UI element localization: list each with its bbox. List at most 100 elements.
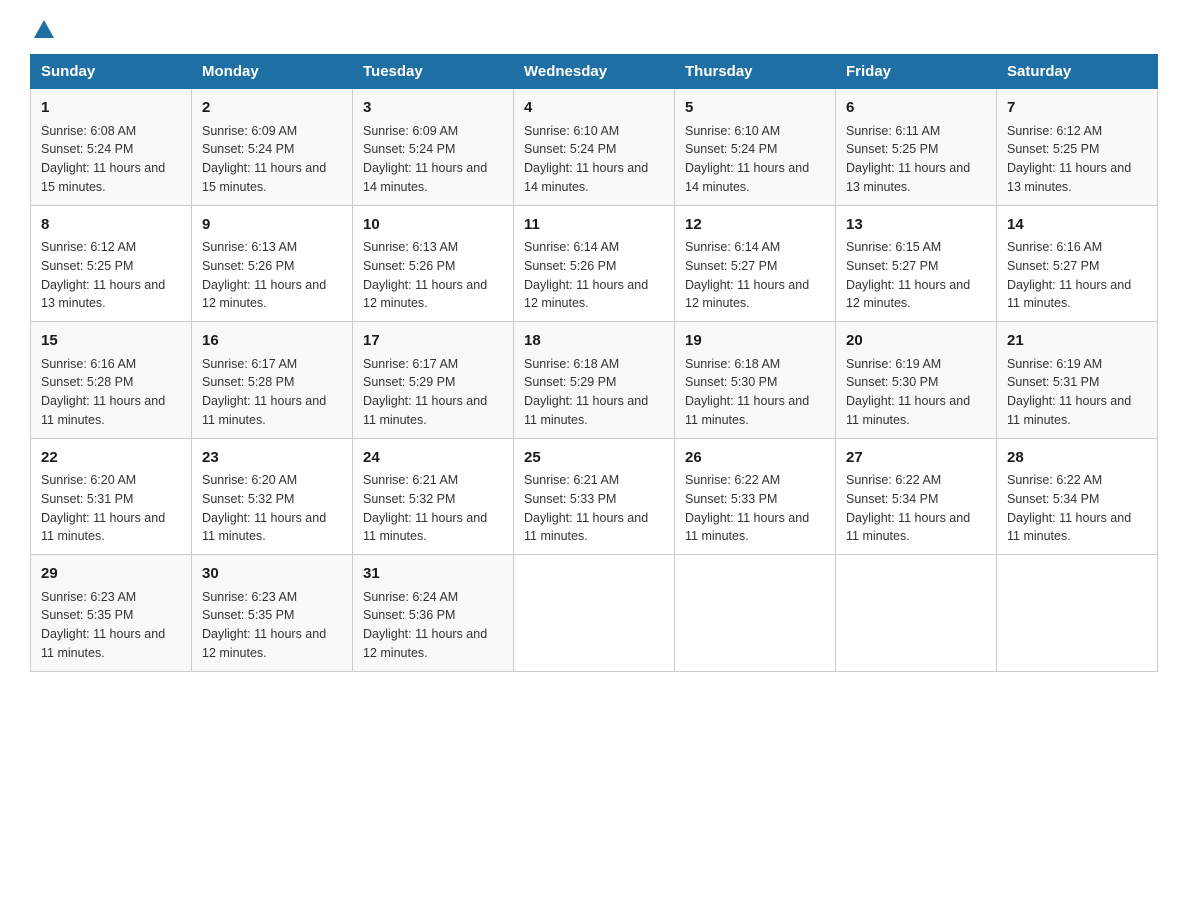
calendar-week-row: 8 Sunrise: 6:12 AMSunset: 5:25 PMDaylight… <box>31 205 1158 322</box>
day-info: Sunrise: 6:19 AMSunset: 5:30 PMDaylight:… <box>846 357 970 427</box>
calendar-cell: 6 Sunrise: 6:11 AMSunset: 5:25 PMDaylight… <box>836 89 997 206</box>
calendar-cell: 5Sunrise: 6:10 AMSunset: 5:24 PMDaylight… <box>675 89 836 206</box>
column-header-sunday: Sunday <box>31 55 192 89</box>
day-number: 26 <box>685 447 825 470</box>
day-info: Sunrise: 6:23 AMSunset: 5:35 PMDaylight:… <box>41 590 165 660</box>
calendar-cell: 14Sunrise: 6:16 AMSunset: 5:27 PMDayligh… <box>997 205 1158 322</box>
day-number: 27 <box>846 447 986 470</box>
calendar-cell: 11 Sunrise: 6:14 AMSunset: 5:26 PMDayligh… <box>514 205 675 322</box>
calendar-cell: 21 Sunrise: 6:19 AMSunset: 5:31 PMDayligh… <box>997 322 1158 439</box>
day-number: 9 <box>202 214 342 237</box>
day-number: 20 <box>846 330 986 353</box>
calendar-cell <box>997 555 1158 672</box>
calendar-cell: 8 Sunrise: 6:12 AMSunset: 5:25 PMDaylight… <box>31 205 192 322</box>
column-header-friday: Friday <box>836 55 997 89</box>
day-number: 30 <box>202 563 342 586</box>
day-number: 24 <box>363 447 503 470</box>
day-info: Sunrise: 6:24 AMSunset: 5:36 PMDaylight:… <box>363 590 487 660</box>
day-number: 31 <box>363 563 503 586</box>
column-header-tuesday: Tuesday <box>353 55 514 89</box>
day-number: 1 <box>41 97 181 120</box>
calendar-cell: 15Sunrise: 6:16 AMSunset: 5:28 PMDayligh… <box>31 322 192 439</box>
day-info: Sunrise: 6:20 AMSunset: 5:32 PMDaylight:… <box>202 473 326 543</box>
day-number: 10 <box>363 214 503 237</box>
day-info: Sunrise: 6:09 AMSunset: 5:24 PMDaylight:… <box>363 124 487 194</box>
calendar-cell: 27 Sunrise: 6:22 AMSunset: 5:34 PMDayligh… <box>836 438 997 555</box>
day-info: Sunrise: 6:08 AMSunset: 5:24 PMDaylight:… <box>41 124 165 194</box>
calendar-cell: 4 Sunrise: 6:10 AMSunset: 5:24 PMDaylight… <box>514 89 675 206</box>
day-info: Sunrise: 6:21 AMSunset: 5:32 PMDaylight:… <box>363 473 487 543</box>
day-number: 12 <box>685 214 825 237</box>
calendar-cell: 13 Sunrise: 6:15 AMSunset: 5:27 PMDayligh… <box>836 205 997 322</box>
calendar-week-row: 15Sunrise: 6:16 AMSunset: 5:28 PMDayligh… <box>31 322 1158 439</box>
calendar-cell <box>514 555 675 672</box>
day-number: 17 <box>363 330 503 353</box>
day-info: Sunrise: 6:14 AMSunset: 5:27 PMDaylight:… <box>685 240 809 310</box>
day-info: Sunrise: 6:10 AMSunset: 5:24 PMDaylight:… <box>685 124 809 194</box>
calendar-cell: 25Sunrise: 6:21 AMSunset: 5:33 PMDayligh… <box>514 438 675 555</box>
calendar-cell: 23 Sunrise: 6:20 AMSunset: 5:32 PMDayligh… <box>192 438 353 555</box>
day-info: Sunrise: 6:14 AMSunset: 5:26 PMDaylight:… <box>524 240 648 310</box>
calendar-cell: 9 Sunrise: 6:13 AMSunset: 5:26 PMDaylight… <box>192 205 353 322</box>
calendar-cell: 30 Sunrise: 6:23 AMSunset: 5:35 PMDayligh… <box>192 555 353 672</box>
calendar-week-row: 22 Sunrise: 6:20 AMSunset: 5:31 PMDayligh… <box>31 438 1158 555</box>
calendar-cell: 3 Sunrise: 6:09 AMSunset: 5:24 PMDaylight… <box>353 89 514 206</box>
day-info: Sunrise: 6:19 AMSunset: 5:31 PMDaylight:… <box>1007 357 1131 427</box>
calendar-cell: 2 Sunrise: 6:09 AMSunset: 5:24 PMDaylight… <box>192 89 353 206</box>
day-number: 11 <box>524 214 664 237</box>
calendar-week-row: 29Sunrise: 6:23 AMSunset: 5:35 PMDayligh… <box>31 555 1158 672</box>
day-info: Sunrise: 6:12 AMSunset: 5:25 PMDaylight:… <box>41 240 165 310</box>
column-header-wednesday: Wednesday <box>514 55 675 89</box>
calendar-cell: 20 Sunrise: 6:19 AMSunset: 5:30 PMDayligh… <box>836 322 997 439</box>
day-info: Sunrise: 6:18 AMSunset: 5:30 PMDaylight:… <box>685 357 809 427</box>
column-header-thursday: Thursday <box>675 55 836 89</box>
day-number: 7 <box>1007 97 1147 120</box>
calendar-cell <box>836 555 997 672</box>
day-number: 3 <box>363 97 503 120</box>
day-number: 16 <box>202 330 342 353</box>
day-number: 22 <box>41 447 181 470</box>
calendar-cell: 24 Sunrise: 6:21 AMSunset: 5:32 PMDayligh… <box>353 438 514 555</box>
day-info: Sunrise: 6:22 AMSunset: 5:34 PMDaylight:… <box>1007 473 1131 543</box>
day-number: 4 <box>524 97 664 120</box>
day-number: 14 <box>1007 214 1147 237</box>
page-header <box>30 20 1158 38</box>
day-info: Sunrise: 6:11 AMSunset: 5:25 PMDaylight:… <box>846 124 970 194</box>
calendar-cell: 31 Sunrise: 6:24 AMSunset: 5:36 PMDayligh… <box>353 555 514 672</box>
day-number: 2 <box>202 97 342 120</box>
day-number: 25 <box>524 447 664 470</box>
calendar-table: SundayMondayTuesdayWednesdayThursdayFrid… <box>30 54 1158 672</box>
day-info: Sunrise: 6:09 AMSunset: 5:24 PMDaylight:… <box>202 124 326 194</box>
calendar-cell: 1 Sunrise: 6:08 AMSunset: 5:24 PMDaylight… <box>31 89 192 206</box>
day-number: 18 <box>524 330 664 353</box>
day-number: 21 <box>1007 330 1147 353</box>
calendar-cell: 26 Sunrise: 6:22 AMSunset: 5:33 PMDayligh… <box>675 438 836 555</box>
day-info: Sunrise: 6:22 AMSunset: 5:34 PMDaylight:… <box>846 473 970 543</box>
calendar-cell: 12 Sunrise: 6:14 AMSunset: 5:27 PMDayligh… <box>675 205 836 322</box>
day-info: Sunrise: 6:12 AMSunset: 5:25 PMDaylight:… <box>1007 124 1131 194</box>
day-info: Sunrise: 6:18 AMSunset: 5:29 PMDaylight:… <box>524 357 648 427</box>
column-header-monday: Monday <box>192 55 353 89</box>
calendar-cell <box>675 555 836 672</box>
logo-triangle-icon <box>34 20 54 38</box>
calendar-cell: 29Sunrise: 6:23 AMSunset: 5:35 PMDayligh… <box>31 555 192 672</box>
day-number: 8 <box>41 214 181 237</box>
calendar-cell: 17 Sunrise: 6:17 AMSunset: 5:29 PMDayligh… <box>353 322 514 439</box>
day-number: 23 <box>202 447 342 470</box>
calendar-cell: 22 Sunrise: 6:20 AMSunset: 5:31 PMDayligh… <box>31 438 192 555</box>
day-info: Sunrise: 6:15 AMSunset: 5:27 PMDaylight:… <box>846 240 970 310</box>
day-info: Sunrise: 6:17 AMSunset: 5:29 PMDaylight:… <box>363 357 487 427</box>
calendar-week-row: 1 Sunrise: 6:08 AMSunset: 5:24 PMDaylight… <box>31 89 1158 206</box>
calendar-cell: 10 Sunrise: 6:13 AMSunset: 5:26 PMDayligh… <box>353 205 514 322</box>
calendar-cell: 28Sunrise: 6:22 AMSunset: 5:34 PMDayligh… <box>997 438 1158 555</box>
day-info: Sunrise: 6:13 AMSunset: 5:26 PMDaylight:… <box>202 240 326 310</box>
day-info: Sunrise: 6:23 AMSunset: 5:35 PMDaylight:… <box>202 590 326 660</box>
day-number: 6 <box>846 97 986 120</box>
column-header-saturday: Saturday <box>997 55 1158 89</box>
day-number: 19 <box>685 330 825 353</box>
day-info: Sunrise: 6:20 AMSunset: 5:31 PMDaylight:… <box>41 473 165 543</box>
day-info: Sunrise: 6:22 AMSunset: 5:33 PMDaylight:… <box>685 473 809 543</box>
day-info: Sunrise: 6:13 AMSunset: 5:26 PMDaylight:… <box>363 240 487 310</box>
day-number: 13 <box>846 214 986 237</box>
day-info: Sunrise: 6:10 AMSunset: 5:24 PMDaylight:… <box>524 124 648 194</box>
